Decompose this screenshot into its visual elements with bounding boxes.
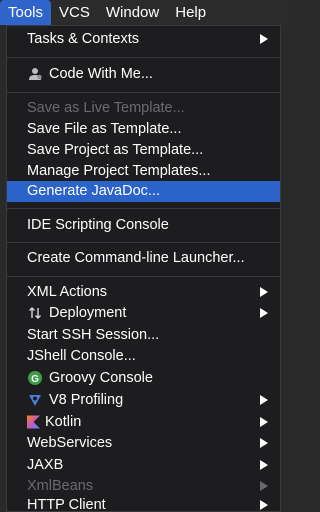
menu-separator [7, 57, 280, 58]
menu-item-label: Groovy Console [49, 370, 153, 386]
menu-item-ide-scripting-console[interactable]: IDE Scripting Console [7, 215, 280, 236]
menu-item-create-cli-launcher[interactable]: Create Command-line Launcher... [7, 248, 280, 269]
menu-item-start-ssh-session[interactable]: Start SSH Session... [7, 325, 280, 346]
submenu-arrow-icon [260, 395, 268, 405]
menu-separator [7, 208, 280, 209]
menu-item-label: JAXB [27, 457, 64, 473]
kotlin-icon [27, 414, 40, 430]
menu-item-label: XmlBeans [27, 478, 94, 494]
menu-item-kotlin[interactable]: Kotlin [7, 412, 280, 433]
submenu-arrow-icon [260, 34, 268, 44]
submenu-arrow-icon [260, 500, 268, 510]
submenu-arrow-icon [260, 308, 268, 318]
menu-item-save-file-template[interactable]: Save File as Template... [7, 119, 280, 140]
menu-separator [7, 92, 280, 93]
menu-item-label: Tasks & Contexts [27, 31, 140, 47]
menu-item-label: Generate JavaDoc... [27, 183, 160, 199]
person-icon [27, 66, 43, 82]
menu-item-tasks-contexts[interactable]: Tasks & Contexts [7, 29, 280, 50]
menubar-help[interactable]: Help [167, 0, 214, 25]
menu-item-label: Start SSH Session... [27, 327, 160, 343]
menu-item-jshell-console[interactable]: JShell Console... [7, 346, 280, 367]
submenu-arrow-icon [260, 460, 268, 470]
menu-item-jaxb[interactable]: JAXB [7, 455, 280, 476]
submenu-arrow-icon [260, 417, 268, 427]
tools-menu: Tasks & Contexts Code With Me... Save as… [6, 25, 281, 512]
submenu-arrow-icon [260, 287, 268, 297]
menu-item-save-project-template[interactable]: Save Project as Template... [7, 140, 280, 161]
menu-item-http-client[interactable]: HTTP Client [7, 495, 280, 512]
menu-item-manage-project-templates[interactable]: Manage Project Templates... [7, 161, 280, 182]
menu-item-webservices[interactable]: WebServices [7, 433, 280, 454]
menu-item-generate-javadoc[interactable]: Generate JavaDoc... [7, 181, 280, 202]
menu-separator [7, 242, 280, 243]
menu-item-xml-actions[interactable]: XML Actions [7, 282, 280, 303]
menu-item-xmlbeans: XmlBeans [7, 476, 280, 497]
menu-item-label: JShell Console... [27, 348, 136, 364]
up-down-arrows-icon [27, 305, 43, 321]
menu-item-groovy-console[interactable]: G Groovy Console [7, 368, 280, 389]
menu-item-code-with-me[interactable]: Code With Me... [7, 64, 280, 85]
menubar-window[interactable]: Window [98, 0, 167, 25]
menu-item-label: Kotlin [45, 414, 82, 430]
menu-item-v8-profiling[interactable]: V8 Profiling [7, 390, 280, 411]
v8-icon [27, 392, 43, 408]
menubar-vcs[interactable]: VCS [51, 0, 98, 25]
menu-item-label: Deployment [49, 305, 127, 321]
menu-bar: Tools VCS Window Help [0, 0, 286, 25]
menu-item-label: HTTP Client [27, 497, 106, 512]
menu-item-label: V8 Profiling [49, 392, 124, 408]
menu-item-label: XML Actions [27, 284, 108, 300]
menubar-tools[interactable]: Tools [0, 0, 52, 25]
menu-item-label: Create Command-line Launcher... [27, 250, 245, 266]
menu-item-label: Code With Me... [49, 66, 153, 82]
groovy-icon: G [27, 370, 43, 386]
menu-item-deployment[interactable]: Deployment [7, 303, 280, 324]
menu-item-label: WebServices [27, 435, 113, 451]
submenu-arrow-icon [260, 481, 268, 491]
menu-item-label: Save Project as Template... [27, 142, 204, 158]
menu-separator [7, 276, 280, 277]
menu-item-label: Save File as Template... [27, 121, 182, 137]
menu-item-label: IDE Scripting Console [27, 217, 169, 233]
submenu-arrow-icon [260, 438, 268, 448]
menu-item-save-live-template: Save as Live Template... [7, 98, 280, 119]
menu-item-label: Save as Live Template... [27, 100, 185, 116]
svg-text:G: G [31, 374, 39, 385]
menu-item-label: Manage Project Templates... [27, 163, 211, 179]
